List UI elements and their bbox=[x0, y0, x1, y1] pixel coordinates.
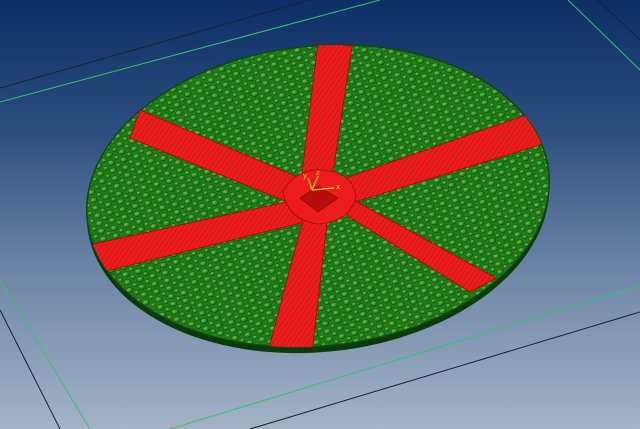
grid-line-outer-right bbox=[567, 0, 640, 71]
grid-line-dark-right bbox=[597, 0, 640, 41]
model-scene[interactable]: x y z bbox=[0, 0, 640, 429]
triad-x-label: x bbox=[336, 183, 340, 191]
grid-line-left bbox=[0, 279, 91, 429]
triad-z-label: z bbox=[316, 169, 320, 177]
grid-line-left-dark bbox=[0, 309, 61, 429]
graphics-viewport[interactable]: x y z bbox=[0, 0, 640, 429]
disc-model[interactable] bbox=[72, 23, 565, 376]
triad-y-label: y bbox=[303, 172, 307, 180]
